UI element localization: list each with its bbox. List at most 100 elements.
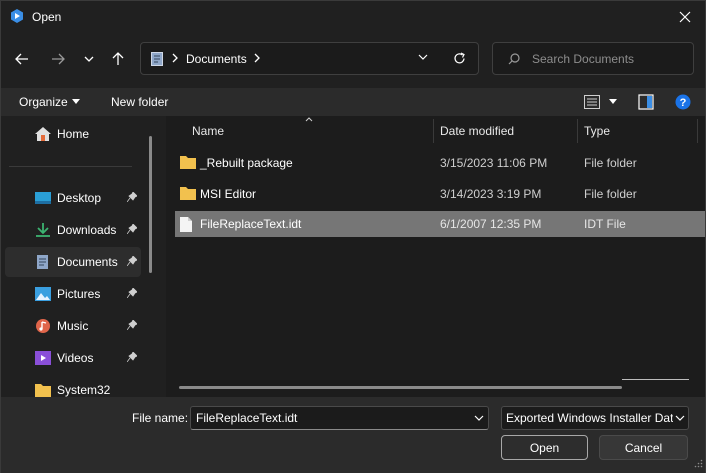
sidebar-item-label: Home bbox=[57, 127, 90, 141]
scrollbar-track-end bbox=[622, 379, 689, 380]
pin-icon[interactable] bbox=[127, 192, 137, 202]
column-divider[interactable] bbox=[697, 119, 698, 143]
file-date: 6/1/2007 12:35 PM bbox=[440, 217, 542, 231]
pin-icon[interactable] bbox=[127, 256, 137, 266]
chevron-down-icon bbox=[84, 56, 94, 62]
recent-locations-button[interactable] bbox=[77, 47, 101, 71]
documents-icon bbox=[37, 255, 48, 269]
title-bar: Open bbox=[1, 1, 705, 33]
desktop-icon bbox=[35, 192, 51, 204]
sidebar-item-label: Videos bbox=[57, 351, 94, 365]
file-name-field[interactable]: FileReplaceText.idt bbox=[190, 406, 489, 430]
forward-button[interactable] bbox=[46, 47, 70, 71]
file-date: 3/15/2023 11:06 PM bbox=[440, 156, 548, 170]
folder-icon bbox=[180, 187, 196, 200]
home-icon bbox=[35, 127, 51, 141]
caret-down-icon[interactable] bbox=[72, 99, 80, 104]
file-row[interactable]: _Rebuilt package 3/15/2023 11:06 PM File… bbox=[175, 150, 705, 176]
sidebar-item-label: Desktop bbox=[57, 191, 102, 205]
downloads-icon bbox=[36, 223, 50, 237]
pin-icon[interactable] bbox=[127, 224, 137, 234]
cancel-button[interactable]: Cancel bbox=[599, 435, 688, 460]
sidebar-item-pictures[interactable]: Pictures bbox=[5, 279, 141, 309]
close-icon bbox=[679, 11, 691, 23]
refresh-icon[interactable] bbox=[453, 52, 466, 65]
close-button[interactable] bbox=[665, 1, 705, 33]
open-dialog: Open Documents Search Documents Organize… bbox=[0, 0, 706, 473]
arrow-right-icon bbox=[52, 53, 65, 65]
window-title: Open bbox=[32, 10, 62, 24]
file-row-selected[interactable]: FileReplaceText.idt 6/1/2007 12:35 PM ID… bbox=[175, 211, 705, 237]
column-name[interactable]: Name bbox=[192, 124, 224, 138]
open-button[interactable]: Open bbox=[501, 435, 588, 460]
navigation-pane: Home Desktop Downloads Documents Picture… bbox=[1, 116, 161, 397]
help-icon[interactable]: ? bbox=[675, 94, 691, 110]
horizontal-scrollbar[interactable] bbox=[179, 386, 622, 389]
svg-text:?: ? bbox=[680, 97, 687, 109]
up-button[interactable] bbox=[106, 47, 130, 71]
music-icon bbox=[36, 319, 50, 333]
folder-icon bbox=[35, 384, 51, 397]
app-icon bbox=[11, 9, 23, 23]
file-list: Name Date modified Type _Rebuilt package… bbox=[166, 116, 705, 397]
column-divider[interactable] bbox=[433, 119, 434, 143]
sidebar-item-documents[interactable]: Documents bbox=[5, 247, 141, 277]
sidebar-item-videos[interactable]: Videos bbox=[5, 343, 141, 373]
arrow-up-icon bbox=[112, 52, 124, 65]
column-divider[interactable] bbox=[577, 119, 578, 143]
address-bar[interactable]: Documents bbox=[140, 42, 479, 75]
sidebar-divider bbox=[9, 166, 132, 167]
caret-down-icon[interactable] bbox=[609, 99, 617, 104]
sidebar-item-home[interactable]: Home bbox=[5, 119, 141, 149]
command-bar: Organize New folder ? bbox=[1, 88, 705, 116]
resize-grip-icon[interactable] bbox=[694, 459, 703, 468]
column-date-modified[interactable]: Date modified bbox=[440, 124, 514, 138]
sidebar-item-label: Documents bbox=[57, 255, 118, 269]
navigation-bar: Documents bbox=[1, 41, 705, 77]
pin-icon[interactable] bbox=[127, 352, 137, 362]
search-input[interactable] bbox=[532, 51, 687, 67]
chevron-right-icon[interactable] bbox=[172, 53, 178, 63]
file-name-value[interactable]: FileReplaceText.idt bbox=[196, 411, 297, 425]
sidebar-item-label: System32 bbox=[57, 383, 111, 397]
file-type: IDT File bbox=[584, 217, 626, 231]
chevron-down-icon[interactable] bbox=[474, 415, 484, 421]
column-type[interactable]: Type bbox=[584, 124, 610, 138]
new-folder-button[interactable]: New folder bbox=[111, 95, 168, 109]
view-details-icon[interactable] bbox=[584, 95, 600, 109]
search-icon bbox=[508, 53, 520, 65]
address-history-dropdown-icon[interactable] bbox=[418, 54, 428, 60]
organize-button[interactable]: Organize bbox=[19, 95, 68, 109]
sidebar-item-label: Downloads bbox=[57, 223, 117, 237]
documents-icon bbox=[151, 52, 163, 66]
sidebar-scrollbar[interactable] bbox=[149, 136, 152, 273]
back-button[interactable] bbox=[10, 47, 34, 71]
column-header-row: Name Date modified Type bbox=[166, 116, 705, 146]
file-type-value: Exported Windows Installer Dat bbox=[506, 411, 673, 425]
sidebar-item-system32[interactable]: System32 bbox=[5, 375, 141, 397]
file-name: _Rebuilt package bbox=[200, 156, 293, 170]
chevron-down-icon bbox=[675, 415, 685, 421]
file-name: FileReplaceText.idt bbox=[200, 217, 302, 231]
preview-pane-icon[interactable] bbox=[638, 94, 654, 110]
file-name: MSI Editor bbox=[200, 187, 257, 201]
sidebar-item-downloads[interactable]: Downloads bbox=[5, 215, 141, 245]
file-type-select[interactable]: Exported Windows Installer Dat bbox=[501, 406, 689, 430]
file-type: File folder bbox=[584, 187, 637, 201]
breadcrumb-documents[interactable]: Documents bbox=[186, 52, 247, 66]
file-row[interactable]: MSI Editor 3/14/2023 3:19 PM File folder bbox=[175, 181, 705, 207]
sidebar-item-desktop[interactable]: Desktop bbox=[5, 183, 141, 213]
sidebar-item-music[interactable]: Music bbox=[5, 311, 141, 341]
chevron-right-icon[interactable] bbox=[254, 53, 260, 63]
videos-icon bbox=[35, 351, 51, 365]
file-icon bbox=[180, 217, 192, 232]
file-date: 3/14/2023 3:19 PM bbox=[440, 187, 542, 201]
search-box[interactable] bbox=[492, 42, 694, 75]
pictures-icon bbox=[35, 287, 51, 301]
arrow-left-icon bbox=[15, 53, 28, 65]
pin-icon[interactable] bbox=[127, 288, 137, 298]
sidebar-item-label: Pictures bbox=[57, 287, 101, 301]
footer: File name: FileReplaceText.idt Exported … bbox=[1, 397, 705, 473]
file-name-label: File name: bbox=[132, 411, 189, 425]
pin-icon[interactable] bbox=[127, 320, 137, 330]
